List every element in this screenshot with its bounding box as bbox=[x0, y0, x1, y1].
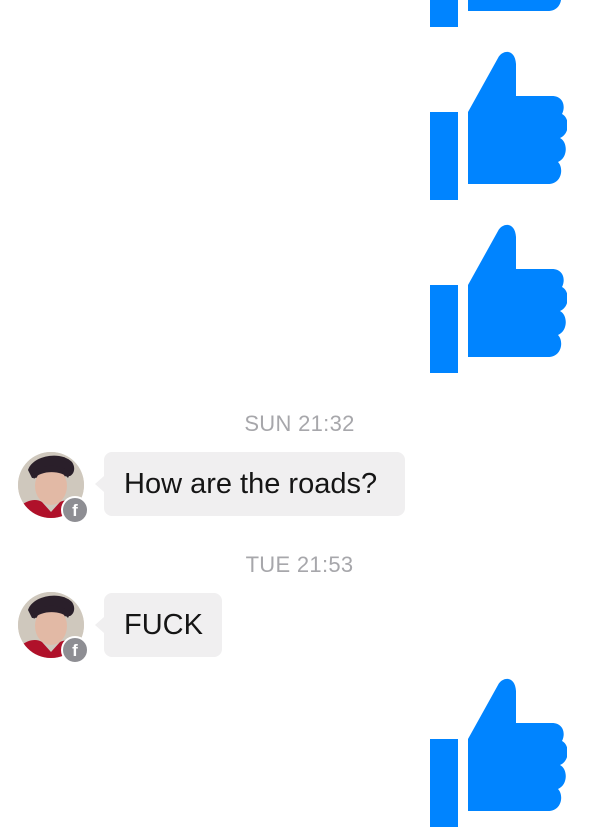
like-sticker[interactable] bbox=[430, 223, 567, 375]
facebook-icon: f bbox=[61, 636, 89, 664]
message-bubble[interactable]: FUCK bbox=[95, 593, 222, 657]
message-timestamp: TUE 21:53 bbox=[245, 552, 354, 577]
thumbs-up-icon bbox=[430, 0, 561, 27]
contact-avatar[interactable]: f bbox=[18, 452, 89, 524]
message-bubble[interactable]: How are the roads? bbox=[95, 452, 405, 516]
like-sticker[interactable] bbox=[430, 50, 567, 202]
thumbs-up-icon bbox=[430, 679, 567, 827]
like-sticker[interactable] bbox=[430, 677, 567, 829]
like-sticker[interactable] bbox=[430, 0, 567, 29]
thumbs-up-icon bbox=[430, 225, 567, 373]
thumbs-up-icon bbox=[430, 52, 567, 200]
message-timestamp: SUN 21:32 bbox=[244, 411, 355, 436]
facebook-icon: f bbox=[61, 496, 89, 524]
contact-avatar[interactable]: f bbox=[18, 592, 89, 664]
